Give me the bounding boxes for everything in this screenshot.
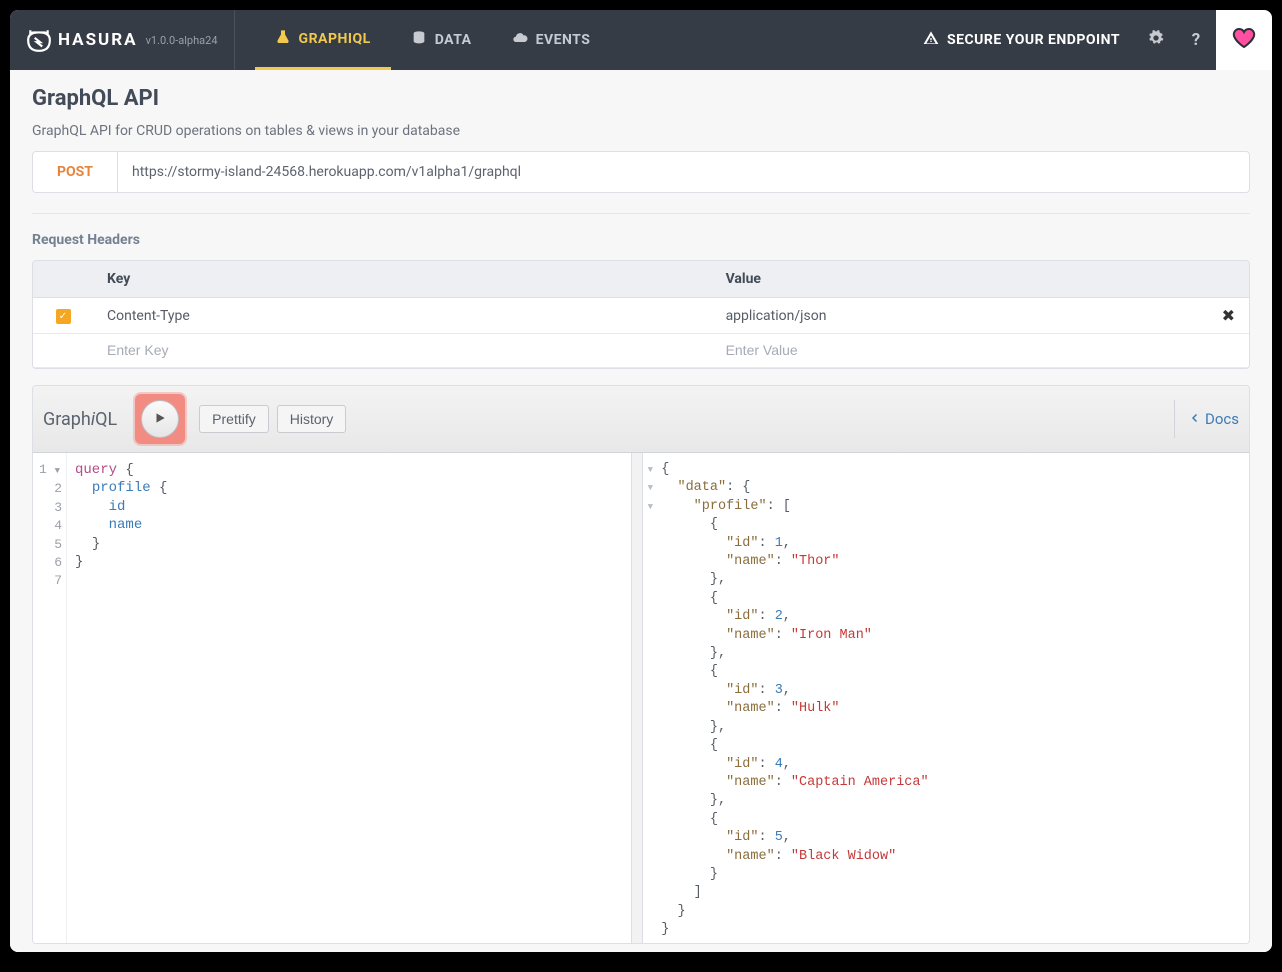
- nav-right: SECURE YOUR ENDPOINT ?: [907, 10, 1272, 70]
- pane-resizer[interactable]: [631, 453, 643, 943]
- header-row: ✓ Content-Type application/json ✖: [33, 298, 1249, 334]
- play-icon: [153, 410, 167, 429]
- header-row-new: [33, 334, 1249, 368]
- header-delete-button[interactable]: ✖: [1208, 298, 1249, 334]
- cloud-icon: [512, 30, 528, 50]
- request-headers-label: Request Headers: [32, 232, 1250, 248]
- docs-button[interactable]: Docs: [1174, 400, 1239, 438]
- endpoint-url: https://stormy-island-24568.herokuapp.co…: [118, 152, 1249, 192]
- main-content: GraphQL API GraphQL API for CRUD operati…: [10, 70, 1272, 952]
- tab-events-label: EVENTS: [536, 32, 591, 48]
- top-navbar: HASURA v1.0.0-alpha24 GRAPHIQL DATA EVEN…: [10, 10, 1272, 70]
- col-key: Key: [93, 261, 712, 298]
- warning-icon: [923, 30, 939, 50]
- flask-icon: [275, 29, 291, 49]
- settings-button[interactable]: [1136, 10, 1176, 70]
- prettify-button[interactable]: Prettify: [199, 405, 269, 433]
- heart-icon: [1232, 26, 1256, 54]
- docs-label: Docs: [1205, 410, 1239, 428]
- execute-highlight: [135, 394, 185, 444]
- query-code[interactable]: query { profile { id name } }: [67, 453, 175, 943]
- header-enabled-checkbox[interactable]: ✓: [56, 309, 71, 324]
- graphiql-logo: GraphiQL: [43, 409, 117, 430]
- new-header-value-input[interactable]: [726, 342, 1235, 358]
- graphiql-body: 1 ▼234567 query { profile { id name } } …: [33, 453, 1249, 943]
- graphiql-panel: GraphiQL Prettify History Docs 1 ▼234567…: [32, 385, 1250, 944]
- tab-data[interactable]: DATA: [391, 10, 492, 70]
- result-json: { "data": { "profile": [ { "id": 1, "nam…: [657, 453, 936, 943]
- tab-graphiql-label: GRAPHIQL: [299, 31, 371, 47]
- tab-graphiql[interactable]: GRAPHIQL: [255, 10, 391, 70]
- tab-events[interactable]: EVENTS: [492, 10, 611, 70]
- logo-area: HASURA v1.0.0-alpha24: [10, 10, 235, 70]
- secure-endpoint-link[interactable]: SECURE YOUR ENDPOINT: [907, 30, 1136, 50]
- new-header-key-input[interactable]: [107, 342, 698, 358]
- endpoint-display: POST https://stormy-island-24568.herokua…: [32, 151, 1250, 193]
- close-icon: ✖: [1222, 306, 1235, 325]
- col-checkbox: [33, 261, 93, 298]
- chevron-left-icon: [1189, 410, 1201, 428]
- divider: [32, 213, 1250, 214]
- hasura-logo-icon: [26, 27, 52, 53]
- version-label: v1.0.0-alpha24: [146, 34, 218, 47]
- page-description: GraphQL API for CRUD operations on table…: [32, 123, 1250, 139]
- nav-tabs: GRAPHIQL DATA EVENTS: [255, 10, 611, 70]
- http-method: POST: [33, 152, 118, 192]
- help-button[interactable]: ?: [1176, 10, 1216, 70]
- query-editor[interactable]: 1 ▼234567 query { profile { id name } }: [33, 453, 631, 943]
- question-icon: ?: [1192, 30, 1200, 50]
- line-gutter: 1 ▼234567: [33, 453, 67, 943]
- request-headers-table: Key Value ✓ Content-Type application/jso…: [32, 260, 1250, 369]
- page-title: GraphQL API: [32, 86, 1250, 111]
- header-value[interactable]: application/json: [712, 298, 1208, 334]
- secure-endpoint-label: SECURE YOUR ENDPOINT: [947, 32, 1120, 48]
- tab-data-label: DATA: [435, 32, 472, 48]
- graphiql-toolbar: GraphiQL Prettify History Docs: [33, 386, 1249, 453]
- execute-button[interactable]: [141, 400, 179, 438]
- col-value: Value: [712, 261, 1249, 298]
- brand-name: HASURA: [58, 30, 138, 50]
- result-fold-gutter: ▼▼▼: [643, 453, 657, 943]
- gear-icon: [1148, 30, 1164, 50]
- result-pane: ▼▼▼ { "data": { "profile": [ { "id": 1, …: [643, 453, 1249, 943]
- header-key[interactable]: Content-Type: [93, 298, 712, 334]
- history-button[interactable]: History: [277, 405, 347, 433]
- love-button[interactable]: [1216, 10, 1272, 70]
- database-icon: [411, 30, 427, 50]
